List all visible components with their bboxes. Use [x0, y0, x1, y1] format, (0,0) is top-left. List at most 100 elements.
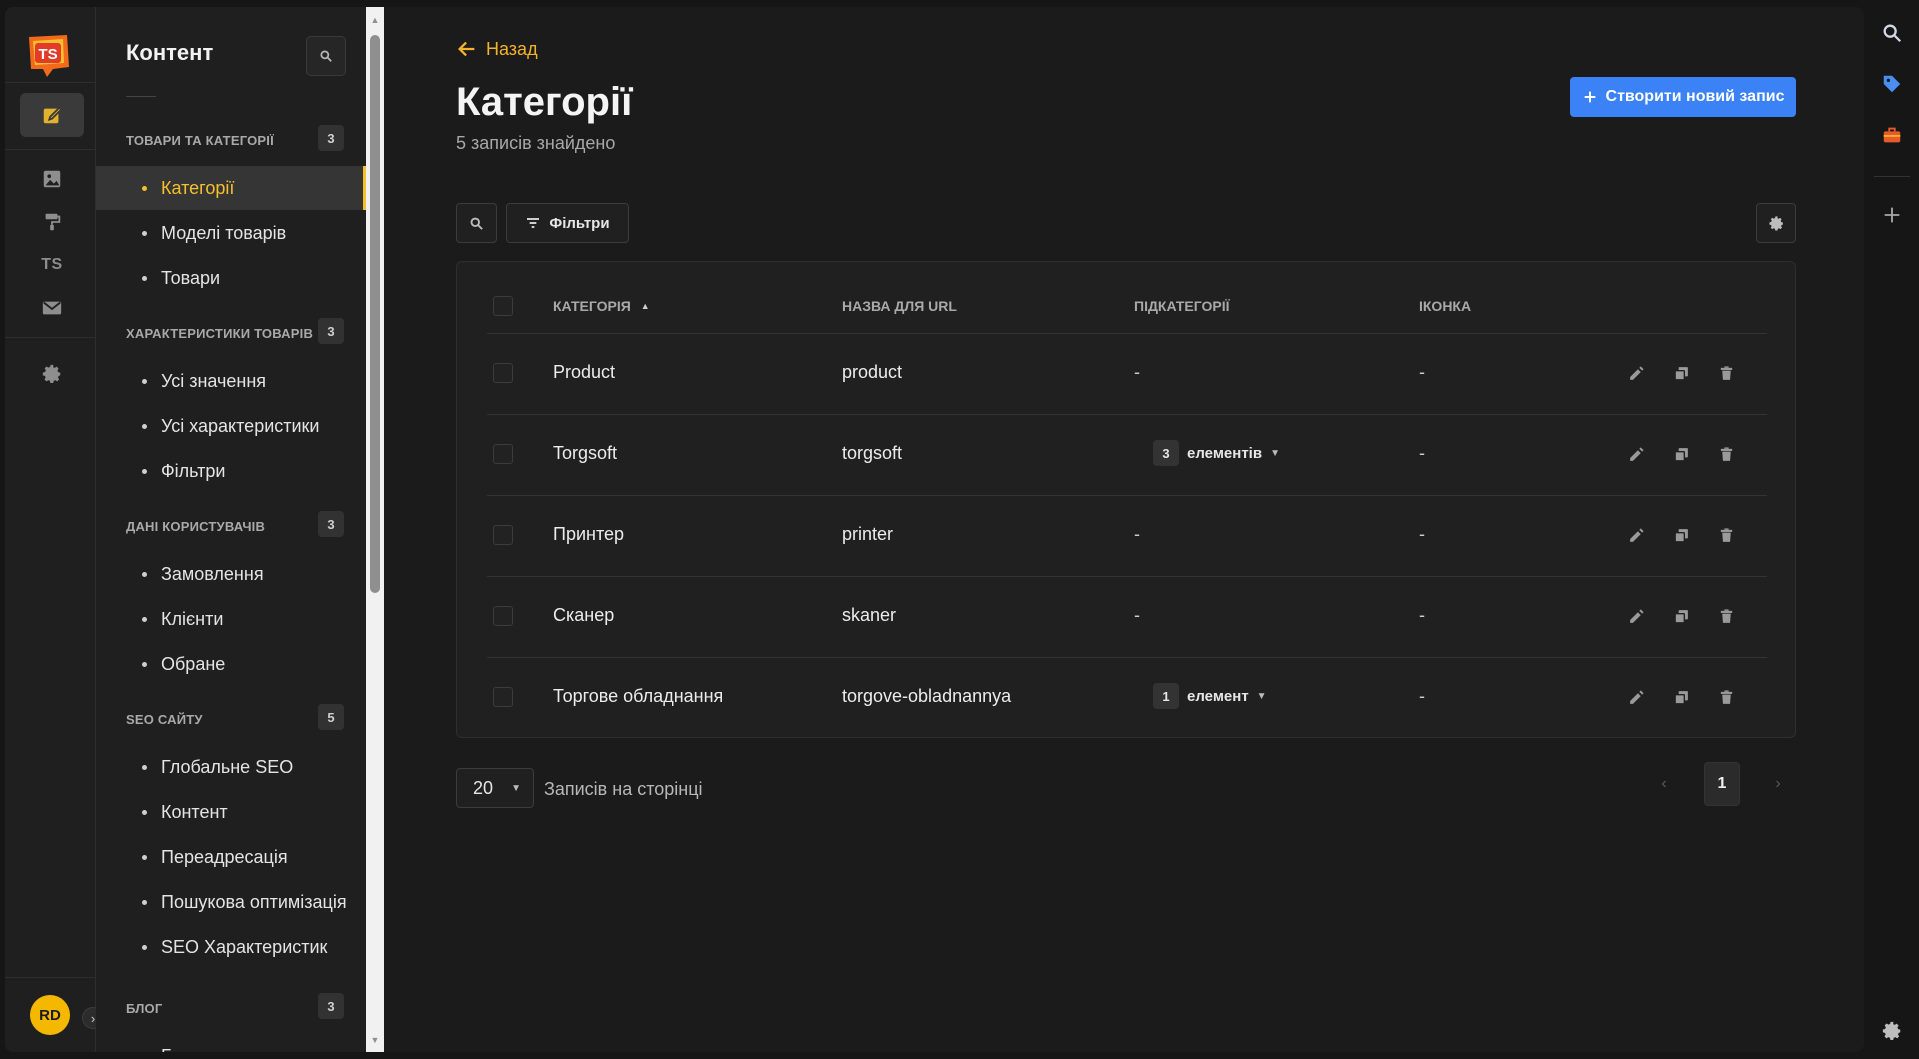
settings-nav[interactable]	[20, 352, 84, 396]
column-header-icon[interactable]: Іконка	[1419, 298, 1471, 314]
filters-button[interactable]: Фільтри	[506, 203, 629, 243]
email-nav[interactable]	[20, 286, 84, 330]
section-product-attributes[interactable]: Характеристики товарів	[126, 326, 313, 341]
column-header-url-name[interactable]: Назва для URL	[842, 298, 957, 314]
per-page-select[interactable]: 20 ▼	[456, 768, 534, 808]
media-library-nav[interactable]	[20, 157, 84, 201]
sidebar-item-redirects[interactable]: Переадресація	[96, 835, 366, 879]
sidebar-item-products[interactable]: Товари	[96, 256, 366, 300]
mail-icon	[42, 301, 62, 315]
rail-divider	[5, 337, 96, 338]
rail-divider	[1874, 176, 1910, 177]
edit-button[interactable]	[1625, 605, 1647, 627]
app-root: TS TS RD › Контент ТОВАРИ ТА КАТЕГОРІЇ 3…	[0, 0, 1919, 1059]
delete-button[interactable]	[1715, 605, 1737, 627]
ts-logo-icon[interactable]: TS	[23, 29, 73, 79]
category-name: Сканер	[553, 605, 615, 625]
toolbox-icon[interactable]	[1879, 122, 1905, 148]
section-user-data[interactable]: Дані користувачів	[126, 519, 265, 534]
sidebar-divider	[126, 96, 156, 97]
next-page-button[interactable]: ›	[1760, 762, 1796, 806]
icon-value: -	[1419, 362, 1425, 382]
paint-roller-icon	[45, 213, 61, 231]
table-search-button[interactable]	[456, 203, 497, 243]
row-checkbox[interactable]	[493, 525, 513, 545]
row-checkbox[interactable]	[493, 606, 513, 626]
duplicate-button[interactable]	[1670, 362, 1692, 384]
sidebar-item-global-seo[interactable]: Глобальне SEO	[96, 745, 366, 789]
search-icon[interactable]	[1879, 20, 1905, 46]
theme-nav[interactable]	[20, 200, 84, 244]
duplicate-icon	[1673, 528, 1688, 543]
scroll-down-icon[interactable]: ▼	[370, 1035, 380, 1045]
sidebar-item-blog[interactable]: Блог	[96, 1034, 366, 1053]
duplicate-button[interactable]	[1670, 686, 1692, 708]
category-slug: torgsoft	[842, 443, 903, 463]
row-checkbox[interactable]	[493, 687, 513, 707]
section-seo[interactable]: SEO сайту	[126, 712, 203, 727]
trash-icon	[1720, 527, 1732, 542]
search-icon	[470, 217, 483, 230]
pencil-icon	[1629, 365, 1644, 380]
duplicate-button[interactable]	[1670, 605, 1692, 627]
prev-page-button[interactable]: ‹	[1646, 762, 1682, 806]
tag-icon[interactable]	[1879, 71, 1905, 97]
select-all-checkbox[interactable]	[493, 296, 513, 316]
arrow-left-icon	[458, 41, 475, 57]
subcategories-label: елемент	[1187, 687, 1249, 705]
edit-button[interactable]	[1625, 524, 1647, 546]
scroll-up-icon[interactable]: ▲	[370, 15, 380, 25]
delete-button[interactable]	[1715, 443, 1737, 465]
edit-button[interactable]	[1625, 686, 1647, 708]
category-name: Torgsoft	[553, 443, 618, 463]
subcategories-dropdown[interactable]: 3 елементів ▼	[1153, 440, 1280, 466]
sidebar-item-orders[interactable]: Замовлення	[96, 552, 366, 596]
sidebar-item-categories[interactable]: Категорії	[96, 166, 366, 210]
filter-icon	[527, 218, 540, 228]
sidebar-item-product-models[interactable]: Моделі товарів	[96, 211, 366, 255]
sidebar-item-all-values[interactable]: Усі значення	[96, 359, 366, 403]
edit-button[interactable]	[1625, 443, 1647, 465]
category-slug: printer	[842, 524, 894, 544]
sidebar-search-button[interactable]	[306, 36, 346, 76]
duplicate-button[interactable]	[1670, 443, 1692, 465]
sidebar-item-all-attributes[interactable]: Усі характеристики	[96, 404, 366, 448]
sidebar-item-clients[interactable]: Клієнти	[96, 597, 366, 641]
row-divider	[487, 576, 1767, 577]
gear-icon[interactable]	[1879, 1018, 1905, 1044]
duplicate-button[interactable]	[1670, 524, 1692, 546]
subcategories-value: -	[1134, 605, 1140, 625]
user-avatar[interactable]: RD	[30, 995, 70, 1035]
sidebar-item-filters[interactable]: Фільтри	[96, 449, 366, 493]
create-entry-button[interactable]: Створити новий запис	[1570, 77, 1796, 117]
duplicate-icon	[1673, 447, 1688, 462]
edit-button[interactable]	[1625, 362, 1647, 384]
table-settings-button[interactable]	[1756, 203, 1796, 243]
delete-button[interactable]	[1715, 686, 1737, 708]
delete-button[interactable]	[1715, 362, 1737, 384]
pencil-icon	[1629, 608, 1644, 623]
delete-button[interactable]	[1715, 524, 1737, 546]
ts-plugin-nav[interactable]: TS	[20, 243, 84, 287]
column-header-category[interactable]: Категорія ▲	[553, 298, 650, 314]
sidebar-item-favorites[interactable]: Обране	[96, 642, 366, 686]
content-manager-nav[interactable]	[20, 93, 84, 137]
sidebar-item-seo-attributes[interactable]: SEO Характеристик	[96, 925, 366, 969]
sidebar-item-content[interactable]: Контент	[96, 790, 366, 834]
row-checkbox[interactable]	[493, 444, 513, 464]
subcategories-value: -	[1134, 524, 1140, 544]
row-checkbox[interactable]	[493, 363, 513, 383]
plus-icon[interactable]	[1879, 202, 1905, 228]
section-blog[interactable]: Блог	[126, 1001, 162, 1016]
section-products-categories[interactable]: Товари та категорії	[126, 133, 274, 148]
scroll-thumb[interactable]	[370, 35, 380, 593]
subcategories-label: елементів	[1187, 444, 1263, 462]
sidebar-item-search-optimization[interactable]: Пошукова оптимізація	[96, 880, 366, 924]
page-number-button[interactable]: 1	[1704, 762, 1740, 806]
subcategories-dropdown[interactable]: 1 елемент ▼	[1153, 683, 1267, 709]
column-header-subcategories[interactable]: Підкатегорії	[1134, 298, 1230, 314]
sidebar-scrollbar[interactable]: ▲ ▼	[366, 7, 384, 1052]
back-link[interactable]: Назад	[456, 38, 538, 60]
create-entry-label: Створити новий запис	[1605, 88, 1785, 105]
rail-divider	[5, 149, 96, 150]
